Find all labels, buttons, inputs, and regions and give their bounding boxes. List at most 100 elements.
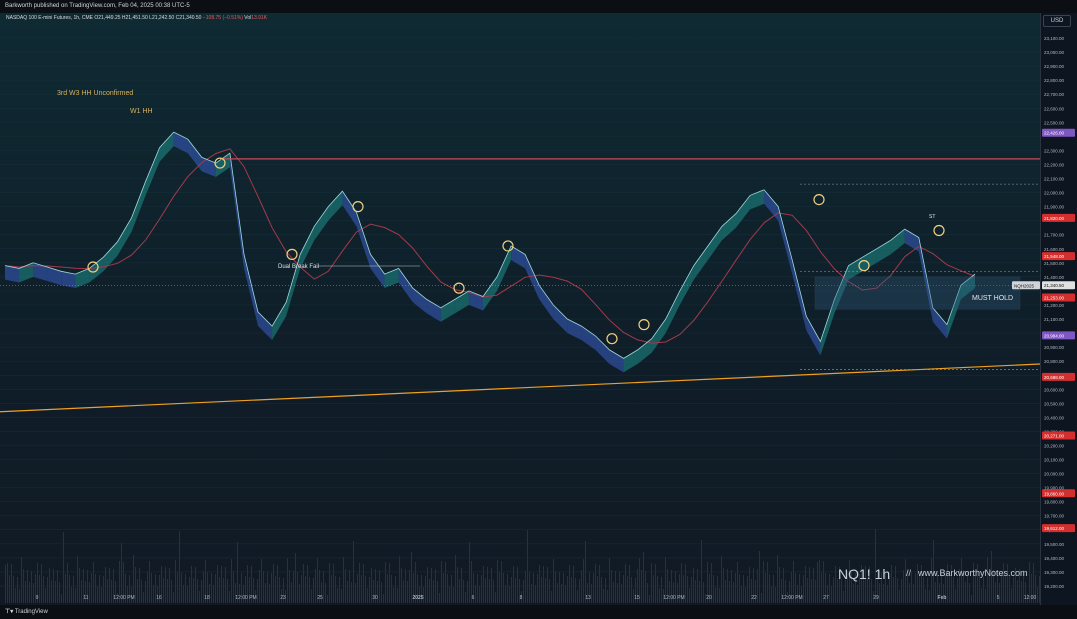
volume-bar [961, 558, 962, 603]
volume-bar [465, 592, 466, 603]
volume-bar [771, 586, 772, 603]
watermark-site: www.BarkworthyNotes.com [917, 568, 1028, 578]
volume-bar [811, 579, 812, 603]
volume-bar [147, 572, 148, 603]
volume-bar [649, 595, 650, 603]
volume-bar [693, 568, 694, 603]
volume-bar [905, 559, 906, 603]
volume-bar [1013, 577, 1014, 603]
x-axis-tick-label: 22 [751, 595, 757, 601]
volume-bar [163, 578, 164, 603]
volume-bar [41, 564, 42, 603]
volume-bar [533, 573, 534, 603]
volume-bar [219, 577, 220, 603]
volume-bar [935, 582, 936, 603]
volume-bar [523, 580, 524, 603]
price-badge-label: 21,820.00 [1044, 216, 1065, 221]
volume-bar [803, 575, 804, 603]
volume-bar [63, 532, 64, 603]
volume-bar [489, 579, 490, 603]
volume-bar [573, 566, 574, 603]
y-axis-tick-label: 20,400.00 [1044, 415, 1065, 420]
volume-bar [535, 585, 536, 603]
support-trendline[interactable] [0, 363, 1040, 413]
volume-bar [733, 582, 734, 603]
volume-bar [185, 574, 186, 603]
volume-bar [427, 567, 428, 603]
volume-bar [729, 581, 730, 603]
ribbon-segment [581, 326, 596, 350]
volume-bar [601, 577, 602, 603]
volume-bar [913, 584, 914, 603]
volume-bar [737, 562, 738, 603]
y-axis-tick-label: 20,600.00 [1044, 387, 1065, 392]
volume-bar [227, 579, 228, 603]
price-axis[interactable]: 23,100.00 23,000.00 22,900.00 22,800.00 22,7… [1040, 13, 1077, 605]
volume-bar [331, 575, 332, 603]
volume-bar [653, 575, 654, 603]
symbol-name: NASDAQ 100 E-mini Futures, 1h, CME [6, 15, 93, 21]
volume-bar [915, 573, 916, 603]
price-badge-label: 20,984.00 [1044, 333, 1065, 338]
volume-bar [231, 559, 232, 603]
swing-marker-circle[interactable] [638, 319, 650, 331]
price-badge-label: 20,688.00 [1044, 375, 1065, 380]
swing-marker-circle[interactable] [933, 224, 945, 237]
volume-bar [843, 591, 844, 603]
volume-bar [335, 576, 336, 603]
volume-bar [215, 574, 216, 603]
price-badge-label: 21,548.00 [1044, 254, 1065, 259]
ribbon-segment [876, 240, 891, 263]
volume-bar [701, 540, 702, 603]
volume-bar [845, 580, 846, 603]
must-hold-zone[interactable] [814, 276, 1021, 310]
volume-bar [21, 557, 22, 603]
x-axis-tick-label: 29 [873, 595, 879, 601]
price-chart[interactable]: 3rd W3 HH Unconfirmed W1 HH Dual Break Fai… [0, 13, 1040, 605]
brand-name: TradingView [14, 609, 48, 615]
swing-marker-circle[interactable] [453, 282, 465, 294]
volume-bar [483, 566, 484, 603]
volume-bar [143, 592, 144, 603]
y-axis-tick-label: 23,100.00 [1044, 36, 1065, 41]
volume-bar [815, 580, 816, 603]
volume-bar [493, 580, 494, 603]
volume-bar [715, 587, 716, 603]
price-badge-label: 22,426.00 [1044, 131, 1065, 136]
y-axis-tick-label: 20,200.00 [1044, 443, 1065, 448]
volume-bar [313, 578, 314, 603]
volume-bar [641, 570, 642, 603]
high-value: 21,451.50 [125, 15, 148, 21]
volume-bar [717, 576, 718, 603]
volume-bar [571, 577, 572, 603]
volume-bar [341, 589, 342, 603]
currency-button[interactable]: USD [1043, 15, 1071, 27]
volume-bar [365, 576, 366, 603]
volume-bar [853, 584, 854, 603]
volume-bar [193, 578, 194, 603]
y-axis-tick-label: 19,500.00 [1044, 542, 1065, 547]
volume-bar [887, 585, 888, 603]
x-axis-tick-label: 12:00 PM [781, 595, 802, 601]
volume-bar [225, 567, 226, 603]
volume-bar [891, 565, 892, 603]
ribbon-segment [623, 349, 638, 373]
ribbon-segment [778, 206, 793, 275]
volume-bar [99, 575, 100, 603]
volume-bar [303, 564, 304, 603]
volume-bar [449, 586, 450, 603]
swing-marker-circle[interactable] [813, 193, 825, 206]
volume-bar [687, 576, 688, 603]
chart-area[interactable]: 3rd W3 HH Unconfirmed W1 HH Dual Break Fai… [0, 13, 1040, 605]
volume-bar [623, 575, 624, 603]
swing-marker-circle[interactable] [606, 333, 618, 345]
volume-bar [177, 572, 178, 603]
volume-bar [307, 565, 308, 603]
volume-bar [401, 568, 402, 603]
volume-bar [381, 582, 382, 603]
volume-bar [391, 575, 392, 603]
volume-bar [267, 572, 268, 603]
volume-bar [927, 578, 928, 603]
symbol-legend[interactable]: NASDAQ 100 E-mini Futures, 1h, CME O21,4… [6, 15, 267, 21]
volume-bar [957, 578, 958, 603]
